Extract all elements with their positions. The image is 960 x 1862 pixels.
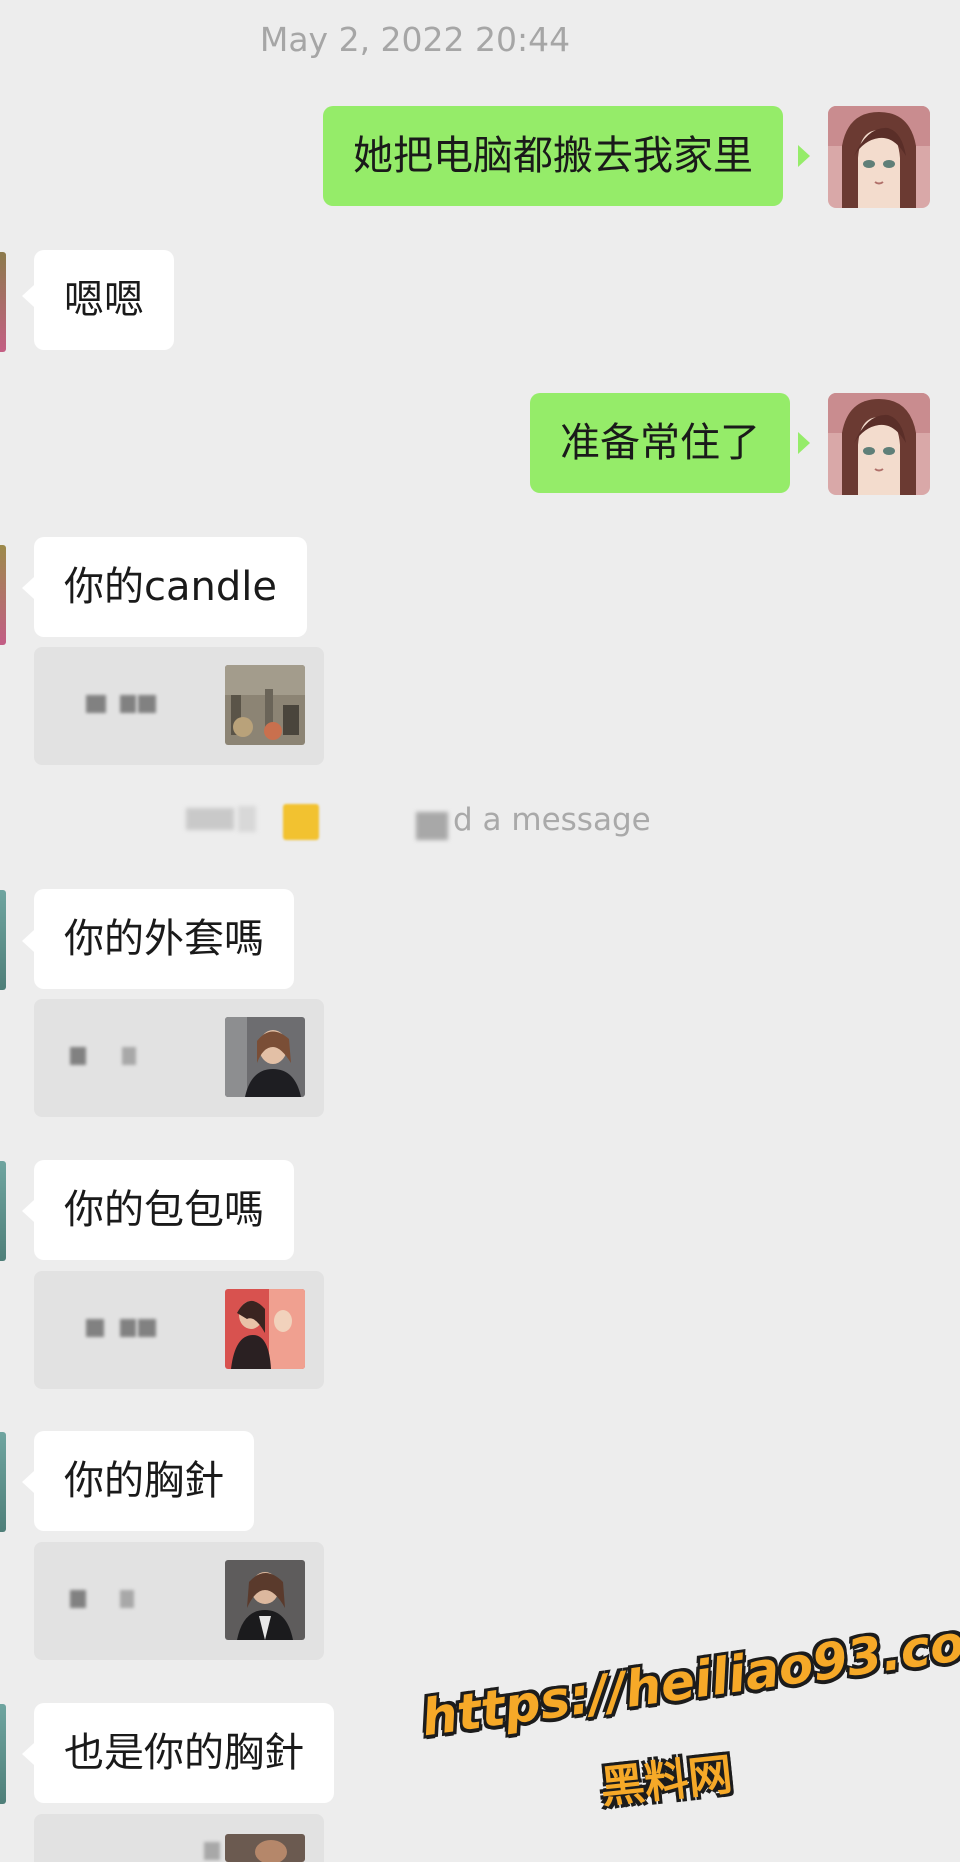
bubble-tail <box>798 432 810 454</box>
emoji-icon <box>283 804 319 840</box>
quoted-image-thumbnail[interactable] <box>225 1289 305 1369</box>
blurred-name <box>416 812 448 840</box>
quoted-message[interactable] <box>34 1814 324 1862</box>
bubble-tail <box>22 1200 34 1222</box>
my-avatar[interactable] <box>828 393 930 495</box>
quoted-message[interactable] <box>34 1542 324 1660</box>
chat-timestamp: May 2, 2022 20:44 <box>259 20 571 59</box>
bubble-tail <box>798 145 810 167</box>
contact-avatar[interactable] <box>0 1704 6 1804</box>
blurred-text <box>204 1842 220 1860</box>
quoted-message[interactable] <box>34 647 324 765</box>
message-bubble-incoming[interactable]: 你的外套嗎 <box>34 889 294 989</box>
message-bubble-incoming[interactable]: 嗯嗯 <box>34 250 174 350</box>
bubble-tail <box>22 577 34 599</box>
blurred-text <box>122 1047 136 1065</box>
blurred-text <box>86 695 106 713</box>
blurred-text <box>138 1319 156 1337</box>
blurred-name <box>186 808 234 830</box>
bubble-tail <box>22 1471 34 1493</box>
my-avatar[interactable] <box>828 106 930 208</box>
contact-avatar[interactable] <box>0 1432 6 1532</box>
photo-thumbnail-icon <box>225 665 305 745</box>
photo-thumbnail-icon <box>225 1560 305 1640</box>
quoted-image-thumbnail[interactable] <box>225 1017 305 1097</box>
system-notice-text: d a message <box>453 802 651 838</box>
quoted-image-thumbnail[interactable] <box>225 665 305 745</box>
message-bubble-incoming[interactable]: 你的candle <box>34 537 307 637</box>
anime-portrait-icon <box>828 393 930 495</box>
message-bubble-incoming[interactable]: 也是你的胸針 <box>34 1703 334 1803</box>
quoted-image-thumbnail[interactable] <box>225 1834 305 1862</box>
watermark-url: https://heiliao93.com <box>418 1606 960 1748</box>
blurred-text <box>70 1047 86 1065</box>
blurred-text <box>138 695 156 713</box>
contact-avatar[interactable] <box>0 1161 6 1261</box>
photo-thumbnail-icon <box>225 1834 305 1862</box>
message-bubble-outgoing[interactable]: 准备常住了 <box>530 393 790 493</box>
blurred-text <box>120 1319 136 1337</box>
quoted-message[interactable] <box>34 1271 324 1389</box>
message-bubble-incoming[interactable]: 你的包包嗎 <box>34 1160 294 1260</box>
contact-avatar[interactable] <box>0 252 6 352</box>
watermark-name: 黑料网 <box>598 1749 735 1814</box>
bubble-tail <box>22 1743 34 1765</box>
blurred-text <box>120 1590 134 1608</box>
blurred-text <box>120 695 136 713</box>
bubble-tail <box>22 285 34 307</box>
contact-avatar[interactable] <box>0 890 6 990</box>
contact-avatar[interactable] <box>0 545 6 645</box>
anime-portrait-icon <box>828 106 930 208</box>
blurred-text <box>70 1590 86 1608</box>
system-notice: d a message <box>0 800 960 850</box>
blurred-name <box>238 806 256 832</box>
photo-thumbnail-icon <box>225 1289 305 1369</box>
bubble-tail <box>22 930 34 952</box>
blurred-text <box>86 1319 104 1337</box>
message-bubble-incoming[interactable]: 你的胸針 <box>34 1431 254 1531</box>
photo-thumbnail-icon <box>225 1017 305 1097</box>
quoted-image-thumbnail[interactable] <box>225 1560 305 1640</box>
quoted-message[interactable] <box>34 999 324 1117</box>
message-bubble-outgoing[interactable]: 她把电脑都搬去我家里 <box>323 106 783 206</box>
